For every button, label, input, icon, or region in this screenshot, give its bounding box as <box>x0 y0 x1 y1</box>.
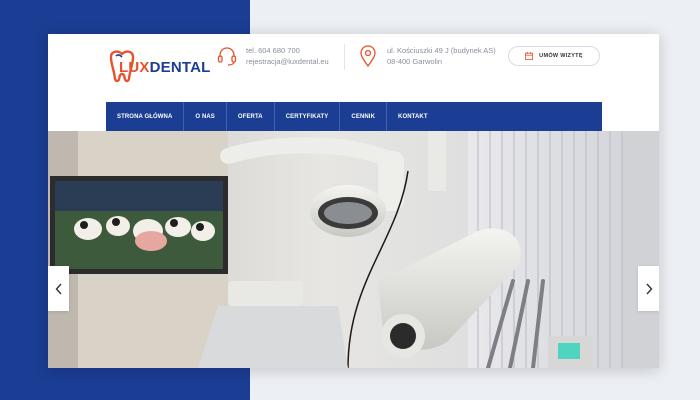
main-navigation: STRONA GŁÓWNA O NAS OFERTA CERTYFIKATY C… <box>106 102 602 131</box>
logo-dental-text: DENTAL <box>149 59 211 76</box>
phone-contact: tel. 604 680 700 rejestracja@luxdental.e… <box>216 45 329 67</box>
hero-slider <box>48 131 659 368</box>
slider-next-button[interactable] <box>638 266 659 311</box>
chevron-left-icon <box>55 283 62 294</box>
nav-label-pricing: CENNIK <box>351 113 376 120</box>
header-divider <box>344 44 345 70</box>
nav-item-offer[interactable]: OFERTA <box>227 102 275 131</box>
chevron-right-icon <box>645 283 652 294</box>
nav-item-contact[interactable]: KONTAKT <box>387 102 439 131</box>
phone-text[interactable]: tel. 604 680 700 <box>246 45 329 56</box>
logo-text: LUXDENTAL <box>119 59 211 76</box>
headset-icon <box>217 47 237 66</box>
nav-item-home[interactable]: STRONA GŁÓWNA <box>106 102 185 131</box>
book-appointment-label: UMÓW WIZYTĘ <box>539 53 583 59</box>
website-page: LUXDENTAL tel. 604 680 700 rejestracja@l… <box>48 34 659 368</box>
email-text[interactable]: rejestracja@luxdental.eu <box>246 56 329 67</box>
nav-label-contact: KONTAKT <box>398 113 428 120</box>
nav-label-home: STRONA GŁÓWNA <box>117 113 173 120</box>
nav-item-about[interactable]: O NAS <box>184 102 227 131</box>
calendar-icon <box>525 52 534 60</box>
address-line1: ul. Kościuszki 49 J (budynek AS) <box>387 46 496 55</box>
nav-item-certificates[interactable]: CERTYFIKATY <box>275 102 341 131</box>
logo-lux-text: LUX <box>119 59 150 76</box>
address-line2: 08-400 Garwolin <box>387 57 443 66</box>
nav-label-certificates: CERTYFIKATY <box>285 113 329 120</box>
hero-image <box>48 131 659 368</box>
nav-label-offer: OFERTA <box>237 113 263 120</box>
nav-label-about: O NAS <box>195 113 215 120</box>
slider-prev-button[interactable] <box>48 266 69 311</box>
address-contact: ul. Kościuszki 49 J (budynek AS) 08-400 … <box>357 45 496 67</box>
logo[interactable]: LUXDENTAL <box>107 47 210 87</box>
book-appointment-button[interactable]: UMÓW WIZYTĘ <box>508 46 600 66</box>
nav-item-pricing[interactable]: CENNIK <box>340 102 388 131</box>
map-pin-icon <box>360 45 376 67</box>
